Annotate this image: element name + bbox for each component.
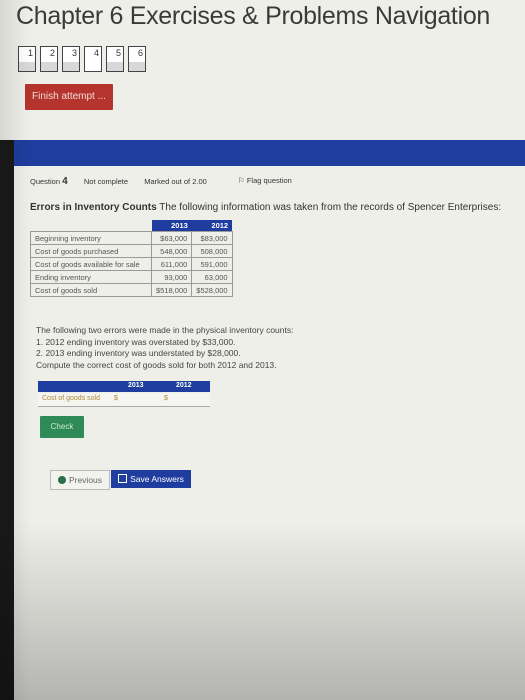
- question-nav-1[interactable]: 1: [18, 46, 36, 72]
- table-row: Cost of goods sold $518,000 $528,000: [30, 283, 233, 297]
- question-marks: Marked out of 2.00: [144, 177, 207, 186]
- chevron-left-icon: [57, 476, 66, 484]
- cogs-2012-input[interactable]: [170, 394, 208, 404]
- table-row: Cost of goods purchased 548,000 508,000: [30, 244, 233, 258]
- flag-question-link[interactable]: ⚐ Flag question: [238, 176, 292, 185]
- column-header: 2013: [151, 220, 192, 232]
- screen-edge: [0, 140, 14, 700]
- question-number: 4: [62, 176, 68, 187]
- answer-col-2012: 2012: [176, 382, 192, 389]
- finish-attempt-button[interactable]: Finish attempt ...: [25, 84, 113, 110]
- question-prefix: Question: [30, 177, 61, 186]
- inventory-table: 2013 2012 Beginning inventory $63,000 $8…: [30, 220, 233, 297]
- save-answers-button[interactable]: Save Answers: [111, 470, 191, 488]
- question-nav-4[interactable]: 4: [84, 46, 102, 72]
- table-row: Ending inventory 93,000 63,000: [30, 270, 233, 284]
- error-item: 1. 2012 ending inventory was overstated …: [36, 336, 236, 347]
- check-button[interactable]: Check: [40, 416, 84, 438]
- question-status: Not complete: [83, 177, 129, 186]
- column-header: 2012: [191, 220, 233, 232]
- errors-description: The following two errors were made in th…: [36, 325, 293, 371]
- instruction: Compute the correct cost of goods sold f…: [36, 359, 277, 370]
- previous-button[interactable]: Previous: [50, 470, 110, 490]
- question-nav-3[interactable]: 3: [62, 46, 80, 72]
- error-item: 2. 2013 ending inventory was understated…: [36, 348, 241, 358]
- currency-symbol: $: [114, 395, 118, 402]
- page-title: Chapter 6 Exercises & Problems Navigatio…: [16, 2, 491, 30]
- header-bar: [14, 140, 525, 166]
- question-nav-2[interactable]: 2: [40, 46, 58, 72]
- cogs-2013-input[interactable]: [120, 394, 158, 404]
- question-info: Question 4 Not complete Marked out of 2.…: [30, 176, 207, 187]
- table-header-row: 2013 2012: [31, 220, 233, 232]
- currency-symbol: $: [164, 395, 168, 402]
- answer-row-label: Cost of goods sold: [42, 395, 100, 402]
- errors-intro: The following two errors were made in th…: [36, 325, 294, 335]
- answer-row: Cost of goods sold $ $: [38, 393, 210, 407]
- table-row: Beginning inventory $63,000 $83,000: [30, 231, 233, 245]
- save-icon: [118, 474, 128, 483]
- answer-col-2013: 2013: [128, 382, 144, 389]
- answer-header-row: 2013 2012: [38, 381, 210, 392]
- table-row: Cost of goods available for sale 611,000…: [30, 257, 233, 271]
- question-navigation: 1 2 3 4 5 6: [18, 46, 146, 72]
- question-nav-6[interactable]: 6: [128, 46, 146, 72]
- flag-icon: ⚐: [238, 176, 245, 185]
- question-heading: Errors in Inventory Counts The following…: [30, 202, 502, 213]
- question-nav-5[interactable]: 5: [106, 46, 124, 72]
